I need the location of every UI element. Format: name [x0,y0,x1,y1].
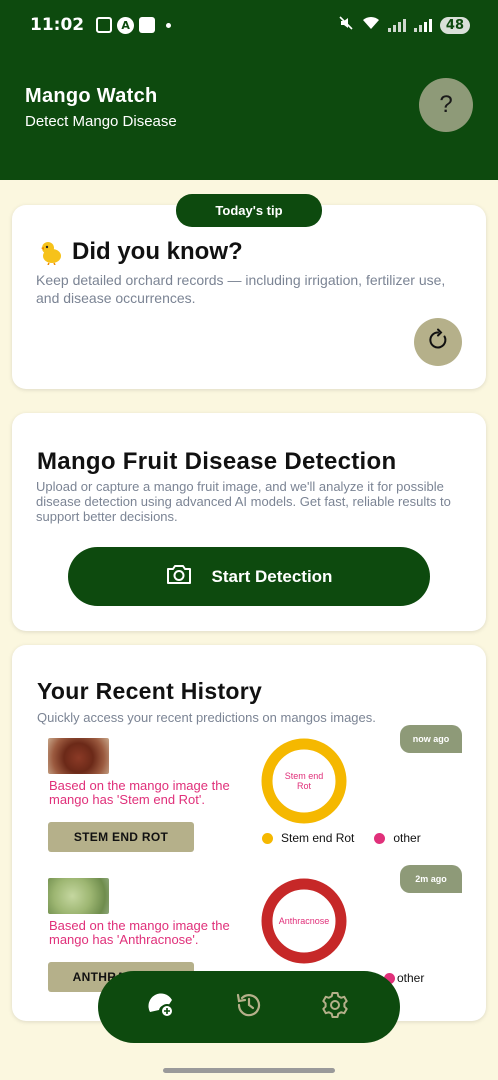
nav-history-button[interactable] [232,990,266,1024]
app-subtitle: Detect Mango Disease [25,113,177,130]
legend-other-label: other [393,831,421,845]
tip-title: Did you know? [72,238,243,265]
system-icons: 48 [338,15,470,35]
detection-description: Upload or capture a mango fruit image, a… [36,479,451,524]
more-notifications-dot [166,22,172,28]
donut-center-label: Anthracnose [278,916,330,926]
refresh-icon [426,328,450,357]
start-detection-label: Start Detection [211,566,333,586]
history-description: Based on the mango image the mango has '… [49,918,230,947]
history-subtitle: Quickly access your recent predictions o… [37,710,376,725]
home-indicator[interactable] [163,1068,335,1073]
settings-icon [320,990,350,1025]
mango-thumbnail[interactable] [48,738,109,774]
result-donut-chart: Stem end Rot [260,737,348,825]
detection-title: Mango Fruit Disease Detection [37,448,397,475]
tip-text: Keep detailed orchard records — includin… [36,272,446,306]
nav-scan-button[interactable] [146,990,180,1024]
chick-icon [38,239,64,266]
bottom-navigation [98,971,400,1043]
history-icon [234,990,264,1025]
history-time-badge: now ago [400,725,462,753]
help-button[interactable]: ? [419,78,473,132]
status-bar: 11:02 A 48 [0,0,498,50]
tip-card: Did you know? Keep detailed orchard reco… [12,205,486,389]
mango-thumbnail[interactable] [48,878,109,914]
history-item[interactable]: now ago Based on the mango image the man… [12,725,486,865]
app-a-icon: A [117,16,135,34]
teams-icon [139,17,156,33]
mute-icon [338,15,354,35]
history-description: Based on the mango image the mango has '… [49,778,230,807]
donut-center-label: Stem end Rot [284,771,324,791]
wifi-icon [362,16,380,34]
screenshot-icon [96,17,113,33]
legend-other-label: other [397,971,425,985]
app-title: Mango Watch [25,85,158,107]
result-donut-chart: Anthracnose [260,877,348,965]
refresh-tip-button[interactable] [414,318,462,366]
signal-1-icon [387,18,406,32]
signal-2-icon [413,18,432,32]
legend-primary-label: Stem end Rot [281,831,355,845]
camera-icon [166,563,192,590]
start-detection-button[interactable]: Start Detection [68,547,430,606]
legend-dot-other [374,832,386,844]
battery-indicator: 48 [439,16,470,34]
notification-icons: A [96,16,172,34]
scan-icon [147,990,179,1025]
tip-title-row: Did you know? [38,238,243,266]
app-header: 11:02 A 48 Mango Watch Detect Mango Dise… [0,0,498,180]
history-title: Your Recent History [37,678,263,704]
chart-legend: Stem end Rot other [262,831,421,845]
todays-tip-badge: Today's tip [176,194,322,227]
diagnosis-label-button[interactable]: STEM END ROT [48,822,194,852]
history-card: Your Recent History Quickly access your … [12,645,486,1021]
nav-settings-button[interactable] [318,990,352,1024]
legend-dot-primary [262,832,273,844]
history-time-badge: 2m ago [400,865,462,893]
status-time: 11:02 [30,15,85,35]
detection-card: Mango Fruit Disease Detection Upload or … [12,413,486,631]
